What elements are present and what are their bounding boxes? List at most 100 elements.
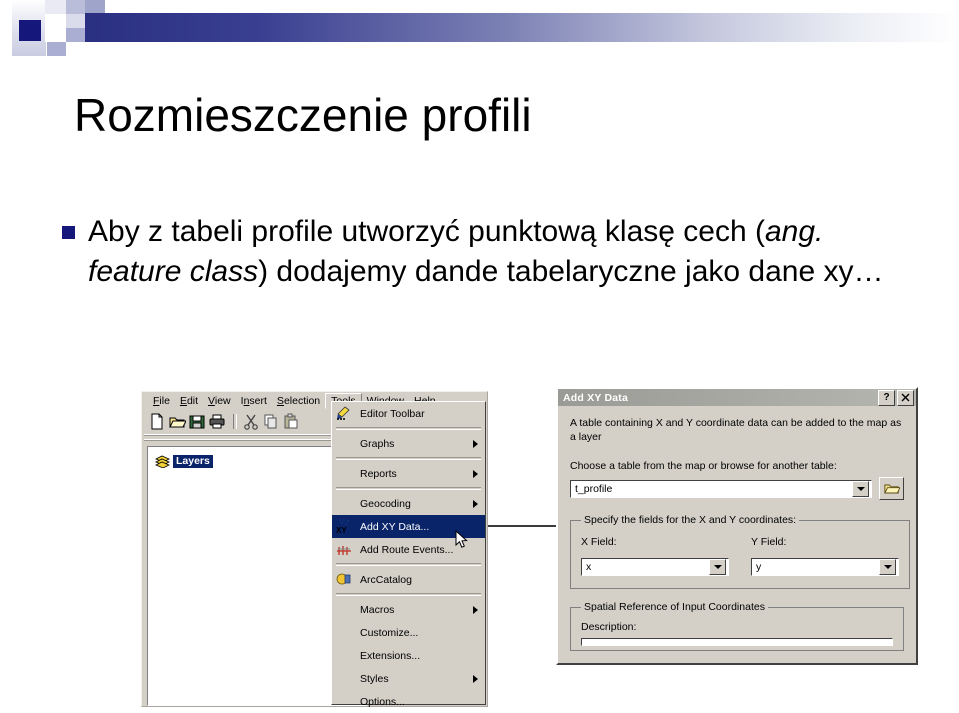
- menu-separator-4: [336, 563, 481, 566]
- dialog-title: Add XY Data: [563, 391, 629, 404]
- deco-square-mid-b: [66, 14, 85, 28]
- menu-item-edit[interactable]: Edit: [175, 394, 203, 408]
- print-icon[interactable]: [208, 413, 226, 430]
- new-document-icon[interactable]: [148, 413, 166, 430]
- chevron-down-icon[interactable]: [852, 480, 869, 497]
- menu-item-selection[interactable]: Selection: [272, 394, 325, 408]
- menu-item-view-label: iew: [214, 394, 231, 407]
- save-icon[interactable]: [188, 413, 206, 430]
- y-field-column: Y Field: y: [751, 536, 899, 576]
- menu-entry-add-route-events-label: Add Route Events...: [360, 543, 454, 556]
- menu-entry-graphs[interactable]: Graphs: [332, 432, 485, 455]
- toolbar-separator: [233, 413, 237, 429]
- menu-entry-editor-toolbar[interactable]: Editor Toolbar: [332, 402, 485, 425]
- open-folder-icon[interactable]: [168, 413, 187, 430]
- deco-square-mid-a: [66, 0, 85, 14]
- menu-item-file-label: ile: [159, 394, 170, 407]
- spatial-reference-group: Spatial Reference of Input Coordinates D…: [570, 601, 904, 651]
- menu-entry-macros[interactable]: Macros: [332, 598, 485, 621]
- menu-entry-arccatalog-label: ArcCatalog: [360, 573, 412, 586]
- bullet-text-part-1: Aby z tabeli profile utworzyć punktową k…: [88, 215, 765, 248]
- xy-fields-group: Specify the fields for the X and Y coord…: [570, 514, 910, 589]
- submenu-arrow-icon: [473, 469, 478, 478]
- xy-fields-row: X Field: x Y Field: y: [581, 536, 899, 576]
- arcmap-screenshot-figure: File Edit View Insert Selection Tools Wi…: [0, 380, 959, 708]
- toc-layers-item[interactable]: Layers: [155, 455, 213, 469]
- menu-item-selection-label: election: [283, 394, 321, 407]
- menu-entry-customize-label: Customize...: [360, 626, 419, 639]
- menu-entry-customize[interactable]: Customize...: [332, 621, 485, 644]
- menu-item-file[interactable]: File: [148, 394, 175, 408]
- submenu-arrow-icon: [473, 439, 478, 448]
- tools-dropdown-menu[interactable]: Editor Toolbar Graphs Reports Geocoding …: [331, 401, 486, 708]
- menu-item-insert-label: sert: [249, 394, 267, 407]
- menu-entry-geocoding-label: Geocoding: [360, 497, 411, 510]
- x-field-combobox[interactable]: x: [581, 558, 729, 576]
- paste-icon[interactable]: [282, 413, 300, 430]
- slide-header-decoration: [0, 0, 959, 62]
- menu-entry-editor-toolbar-label: Editor Toolbar: [360, 407, 425, 420]
- description-textbox[interactable]: [581, 638, 893, 646]
- menu-entry-graphs-label: Graphs: [360, 437, 395, 450]
- deco-square-mid-f: [85, 0, 105, 13]
- submenu-arrow-icon: [473, 674, 478, 683]
- menu-entry-styles-label: Styles: [360, 672, 389, 685]
- close-button[interactable]: [897, 389, 914, 406]
- description-label: Description:: [581, 621, 637, 633]
- menu-separator-3: [336, 487, 481, 490]
- submenu-arrow-icon: [473, 605, 478, 614]
- menu-separator-2: [336, 457, 481, 460]
- y-field-value: y: [756, 561, 762, 573]
- menu-entry-geocoding[interactable]: Geocoding: [332, 492, 485, 515]
- toc-layers-label: Layers: [173, 455, 213, 468]
- arccatalog-icon: [336, 572, 352, 587]
- dialog-body: A table containing X and Y coordinate da…: [558, 406, 916, 651]
- browse-button[interactable]: [879, 477, 904, 500]
- open-folder-icon: [883, 484, 900, 493]
- x-field-label: X Field:: [581, 536, 617, 548]
- deco-square-mid-e: [66, 42, 85, 56]
- layers-stack-icon: [155, 455, 170, 469]
- y-field-label: Y Field:: [751, 536, 787, 548]
- menu-entry-extensions-label: Extensions...: [360, 649, 421, 662]
- help-button[interactable]: ?: [878, 389, 895, 406]
- chevron-down-icon[interactable]: [709, 559, 726, 575]
- menu-entry-options-label: Options...: [360, 695, 405, 708]
- mouse-pointer-icon: [455, 529, 469, 553]
- menu-entry-extensions[interactable]: Extensions...: [332, 644, 485, 667]
- menu-entry-reports-label: Reports: [360, 467, 397, 480]
- menu-entry-reports[interactable]: Reports: [332, 462, 485, 485]
- menu-item-edit-label: dit: [186, 394, 199, 407]
- table-combobox-value: t_profile: [575, 482, 613, 495]
- table-combobox[interactable]: t_profile: [570, 479, 872, 498]
- cut-scissors-icon[interactable]: [242, 413, 260, 430]
- table-selection-row: t_profile: [570, 477, 904, 500]
- dialog-description: A table containing X and Y coordinate da…: [570, 417, 902, 443]
- close-icon: [901, 393, 910, 402]
- menu-separator-5: [336, 593, 481, 596]
- add-xy-data-dialog: Add XY Data ? A table containing X and Y…: [556, 387, 918, 665]
- menu-entry-styles[interactable]: Styles: [332, 667, 485, 690]
- chevron-down-icon[interactable]: [879, 559, 896, 575]
- submenu-arrow-icon: [473, 499, 478, 508]
- bullet-block: Aby z tabeli profile utworzyć punktową k…: [62, 212, 922, 292]
- menu-entry-macros-label: Macros: [360, 603, 395, 616]
- menu-entry-options[interactable]: Options...: [332, 690, 485, 713]
- menu-item-view[interactable]: View: [203, 394, 236, 408]
- y-field-combobox[interactable]: y: [751, 558, 899, 576]
- svg-text:XY: XY: [336, 526, 347, 534]
- header-gradient-band: [84, 13, 959, 42]
- deco-square-mid-d: [47, 42, 66, 56]
- square-bullet-icon: [62, 226, 75, 239]
- bullet-list-item: Aby z tabeli profile utworzyć punktową k…: [62, 212, 922, 292]
- deco-square-light-b: [45, 14, 66, 42]
- copy-icon[interactable]: [262, 413, 280, 430]
- menu-entry-arccatalog[interactable]: ArcCatalog: [332, 568, 485, 591]
- deco-square-light-a: [45, 0, 66, 14]
- menu-item-insert[interactable]: Insert: [236, 394, 272, 408]
- choose-table-label: Choose a table from the map or browse fo…: [570, 460, 837, 472]
- bullet-text: Aby z tabeli profile utworzyć punktową k…: [88, 212, 922, 292]
- editor-toolbar-icon: [336, 406, 352, 421]
- x-field-value: x: [586, 561, 592, 573]
- bullet-text-part-2: ) dodajemy dande tabelaryczne jako dane …: [258, 255, 884, 288]
